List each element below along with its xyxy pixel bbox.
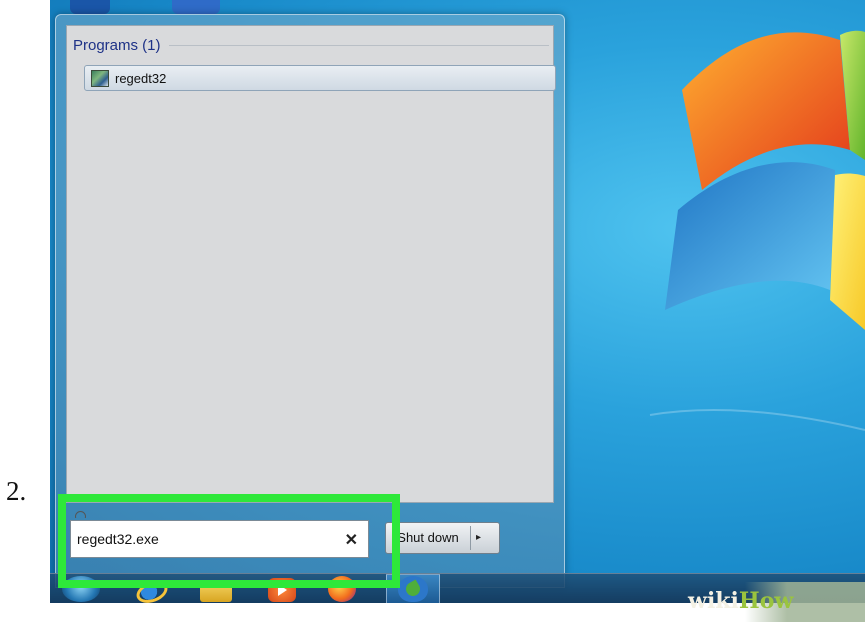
result-item-label: regedt32 (115, 70, 167, 86)
group-header-label: Programs (1) (73, 37, 161, 54)
shutdown-divider (470, 526, 471, 550)
desktop-icon-remnant (172, 0, 220, 14)
group-divider (168, 45, 549, 46)
watermark-text-wiki: wiki (688, 588, 739, 614)
wikihow-watermark: wikiHow (688, 588, 793, 614)
step-number: 2. (6, 476, 27, 506)
programs-group-header: Programs (1) (73, 37, 549, 54)
result-item-regedt32[interactable]: regedt32 (84, 65, 556, 91)
search-results-pane: Programs (1) regedt32 (66, 25, 556, 518)
shutdown-button[interactable]: Shut down ▸ (385, 522, 500, 554)
highlight-box (58, 494, 400, 588)
desktop-icon-remnant (70, 0, 110, 14)
malwarebytes-icon (398, 576, 428, 602)
shutdown-options-arrow-icon[interactable]: ▸ (476, 532, 481, 543)
registry-editor-icon (91, 69, 109, 87)
watermark-text-how: How (738, 588, 794, 614)
